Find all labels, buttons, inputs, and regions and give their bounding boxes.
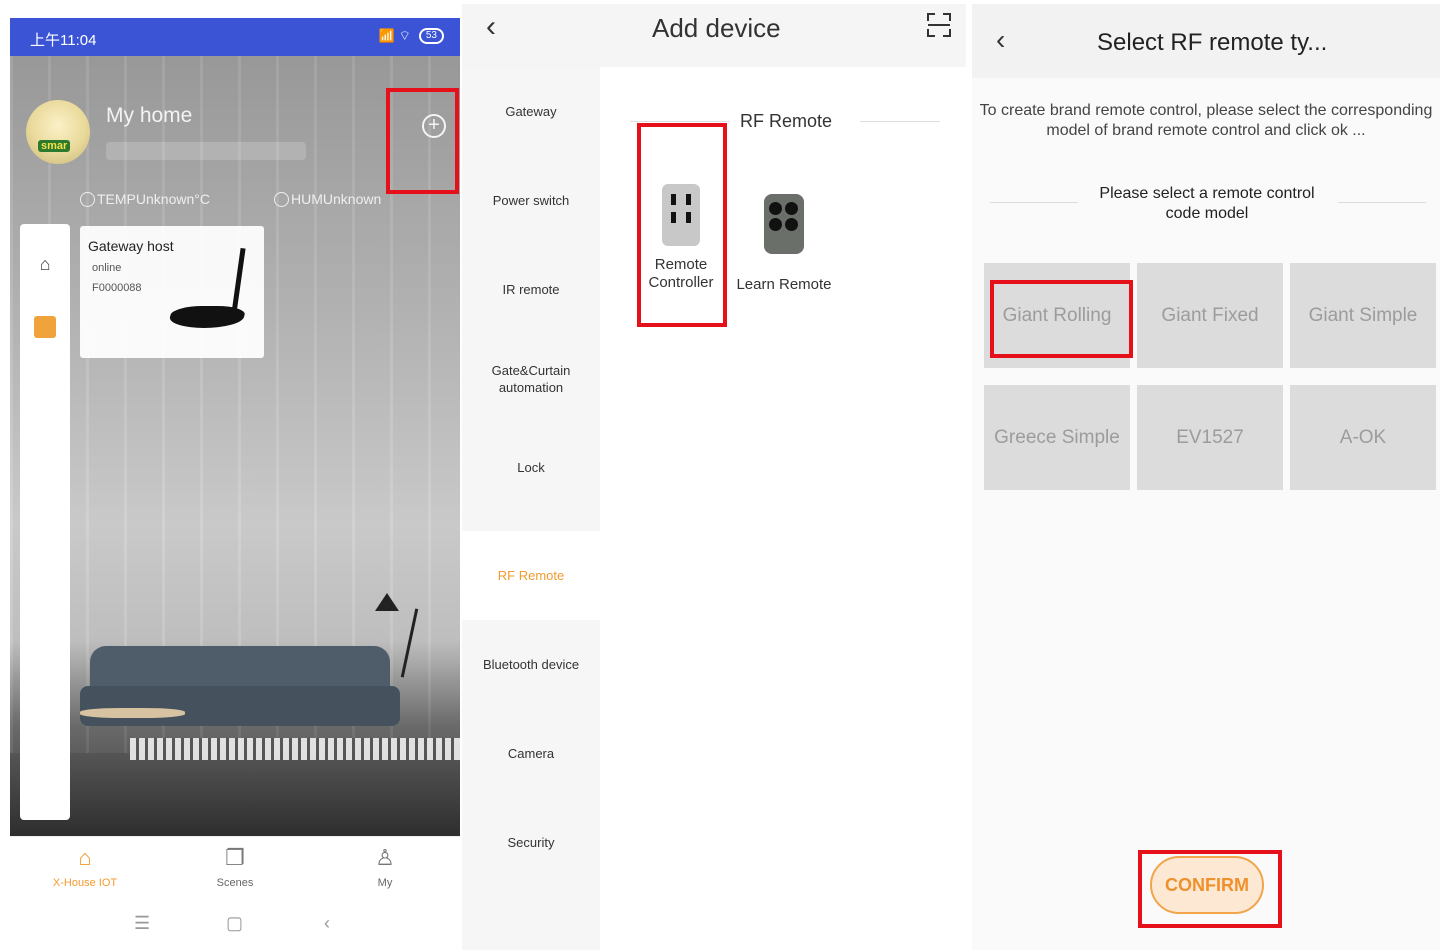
gateway-card[interactable]: Gateway host online F0000088 xyxy=(80,226,264,358)
router-illustration xyxy=(167,306,247,328)
category-camera[interactable]: Camera xyxy=(462,709,600,798)
battery-icon: 53 xyxy=(418,28,444,44)
category-bluetooth[interactable]: Bluetooth device xyxy=(462,620,600,709)
option-ev1527[interactable]: EV1527 xyxy=(1137,385,1283,490)
tab-my[interactable]: ♙ My xyxy=(340,845,430,889)
description-text: To create brand remote control, please s… xyxy=(979,102,1433,139)
table-illustration xyxy=(80,708,185,718)
device-learn-remote[interactable]: Learn Remote xyxy=(734,194,834,293)
humidity-readout: HUMUnknown xyxy=(274,191,381,207)
back-icon[interactable]: ‹ xyxy=(996,24,1005,56)
divider xyxy=(860,121,940,122)
router-icon[interactable]: ⌂ xyxy=(34,254,56,276)
user-icon: ♙ xyxy=(375,845,395,870)
menu-nav-icon[interactable]: ☰ xyxy=(134,913,150,934)
section-title: RF Remote xyxy=(740,111,833,131)
home-icon: ⌂ xyxy=(78,845,92,870)
category-sidebar: Gateway Power switch IR remote Gate&Curt… xyxy=(462,67,600,950)
section-title: Please select a remote control code mode… xyxy=(1099,185,1315,222)
page-title: Add device xyxy=(652,13,781,43)
gateway-card-id: F0000088 xyxy=(92,282,142,294)
room-floor xyxy=(10,753,460,836)
bottom-tab-bar: ⌂ X-House IOT ❐ Scenes ♙ My xyxy=(10,836,460,900)
humidity-text: HUMUnknown xyxy=(291,191,382,207)
category-gate-curtain[interactable]: Gate&Curtain automation xyxy=(462,334,600,423)
scan-icon[interactable] xyxy=(926,12,952,38)
tab-xhouse-label: X-House IOT xyxy=(52,877,118,889)
home-name[interactable]: My home xyxy=(106,104,192,128)
option-giant-simple[interactable]: Giant Simple xyxy=(1290,263,1436,368)
gateway-card-status: online xyxy=(92,262,122,274)
category-gateway[interactable]: Gateway xyxy=(462,67,600,156)
option-giant-fixed[interactable]: Giant Fixed xyxy=(1137,263,1283,368)
rug-illustration xyxy=(130,738,460,760)
highlight-box-option xyxy=(990,280,1133,358)
gateway-card-title: Gateway host xyxy=(88,238,174,254)
home-subtitle xyxy=(106,142,306,160)
page-title: Select RF remote ty... xyxy=(1097,29,1328,56)
signal-wifi-icons: 📶 ⌔ xyxy=(378,28,411,43)
divider xyxy=(630,121,730,122)
back-icon[interactable]: ‹ xyxy=(486,10,496,44)
option-a-ok[interactable]: A-OK xyxy=(1290,385,1436,490)
category-power-switch[interactable]: Power switch xyxy=(462,156,600,245)
system-nav-bar: ☰ ▢ ‹ xyxy=(10,900,460,950)
scenes-icon: ❐ xyxy=(225,845,245,870)
tab-scenes-label: Scenes xyxy=(216,877,254,889)
select-rf-type-screen: ‹ Select RF remote ty... To create brand… xyxy=(972,4,1440,950)
category-security[interactable]: Security xyxy=(462,798,600,887)
device-label: Learn Remote xyxy=(736,276,832,293)
category-ir-remote[interactable]: IR remote xyxy=(462,245,600,334)
add-device-screen: ‹ Add device Gateway Power switch IR rem… xyxy=(462,4,966,950)
learn-remote-icon xyxy=(764,194,804,254)
divider xyxy=(1338,202,1426,203)
status-time: 上午11:04 xyxy=(30,32,97,49)
back-nav-icon[interactable]: ‹ xyxy=(324,913,330,934)
router-antenna-illustration xyxy=(231,247,246,315)
category-rf-remote[interactable]: RF Remote xyxy=(462,531,600,620)
select-rf-header: ‹ Select RF remote ty... xyxy=(972,4,1440,78)
status-icons: 📶 ⌔ 53 xyxy=(379,28,444,44)
rf-device-icon[interactable] xyxy=(34,316,56,338)
sofa-seat-illustration xyxy=(80,686,400,726)
option-greece-simple[interactable]: Greece Simple xyxy=(984,385,1130,490)
status-bar: 上午11:04 📶 ⌔ 53 xyxy=(10,18,460,56)
add-device-header: ‹ Add device xyxy=(462,4,966,67)
temperature-readout: TEMPUnknown°C xyxy=(80,191,210,207)
highlight-box-remote xyxy=(637,123,727,327)
home-avatar[interactable]: smar xyxy=(26,100,90,164)
humidity-icon xyxy=(274,191,289,207)
room-sidebar xyxy=(20,224,70,820)
highlight-box-confirm xyxy=(1138,850,1282,928)
category-lock[interactable]: Lock xyxy=(462,423,600,512)
tab-xhouse[interactable]: ⌂ X-House IOT xyxy=(40,845,130,889)
divider xyxy=(990,202,1078,203)
home-screen: 上午11:04 📶 ⌔ 53 smar My home + TEMPUnknow… xyxy=(10,18,460,950)
temperature-icon xyxy=(80,191,95,207)
highlight-box-add xyxy=(386,88,459,194)
home-nav-icon[interactable]: ▢ xyxy=(226,913,243,934)
temperature-text: TEMPUnknown°C xyxy=(97,191,210,207)
tab-my-label: My xyxy=(377,877,393,889)
lamp-head-illustration xyxy=(375,593,399,611)
tab-scenes[interactable]: ❐ Scenes xyxy=(190,845,280,889)
avatar-logo: smar xyxy=(38,140,71,152)
